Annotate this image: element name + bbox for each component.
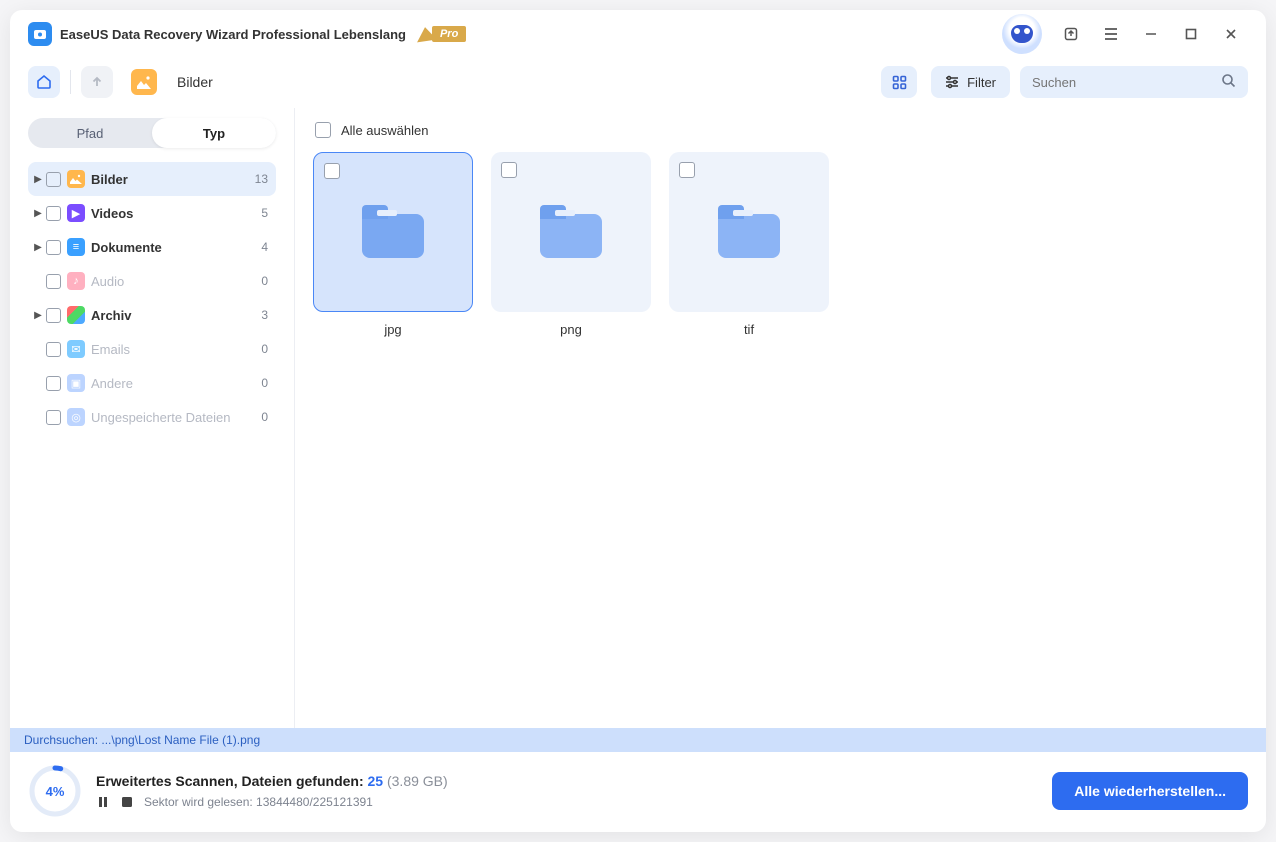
app-title: EaseUS Data Recovery Wizard Professional… [60,27,406,42]
recover-all-button[interactable]: Alle wiederherstellen... [1052,772,1248,810]
checkbox[interactable] [315,122,331,138]
progress-ring: 4% [28,764,82,818]
stop-button[interactable] [120,795,134,809]
pause-button[interactable] [96,795,110,809]
maximize-button[interactable] [1174,17,1208,51]
folder-label: tif [669,322,829,337]
unsaved-icon: ◎ [67,408,85,426]
folder-icon [718,214,780,258]
sidebar-item-emails[interactable]: ✉ Emails 0 [28,332,276,366]
checkbox[interactable] [46,308,61,323]
folder-card-png[interactable]: png [491,152,651,337]
checkbox[interactable] [501,162,517,178]
breadcrumb: Bilder [177,74,213,90]
select-all[interactable]: Alle auswählen [315,122,1248,138]
chevron-right-icon: ▶ [32,310,44,321]
sidebar: Pfad Typ ▶ Bilder 13 ▶ ▶ Videos 5 ▶ ≡ [10,108,295,728]
chevron-right-icon: ▶ [32,242,44,253]
checkbox[interactable] [46,342,61,357]
folder-label: png [491,322,651,337]
account-avatar-button[interactable] [1002,14,1042,54]
folder-icon: ▣ [67,374,85,392]
folder-grid: jpg png tif [313,152,1248,337]
view-grid-button[interactable] [881,66,917,98]
sidebar-item-archiv[interactable]: ▶ Archiv 3 [28,298,276,332]
video-icon: ▶ [67,204,85,222]
archive-icon [67,306,85,324]
home-button[interactable] [28,66,60,98]
titlebar: EaseUS Data Recovery Wizard Professional… [10,10,1266,58]
sidebar-item-ungespeicherte[interactable]: ◎ Ungespeicherte Dateien 0 [28,400,276,434]
chevron-right-icon: ▶ [32,208,44,219]
up-button[interactable] [81,66,113,98]
sidebar-item-andere[interactable]: ▣ Andere 0 [28,366,276,400]
folder-card-tif[interactable]: tif [669,152,829,337]
toolbar: Bilder Filter [10,58,1266,108]
checkbox[interactable] [46,274,61,289]
search-icon [1221,73,1236,91]
checkbox[interactable] [679,162,695,178]
menu-button[interactable] [1094,17,1128,51]
sector-status: Sektor wird gelesen: 13844480/225121391 [144,795,373,809]
sidebar-item-audio[interactable]: ♪ Audio 0 [28,264,276,298]
search-input[interactable] [1020,66,1248,98]
sidebar-item-bilder[interactable]: ▶ Bilder 13 [28,162,276,196]
app-window: EaseUS Data Recovery Wizard Professional… [10,10,1266,832]
folder-card-jpg[interactable]: jpg [313,152,473,337]
chevron-right-icon: ▶ [32,174,44,185]
minimize-button[interactable] [1134,17,1168,51]
select-all-label: Alle auswählen [341,123,428,138]
checkbox[interactable] [324,163,340,179]
folder-icon [362,214,424,258]
share-button[interactable] [1054,17,1088,51]
tab-type[interactable]: Typ [152,118,276,148]
filter-button[interactable]: Filter [931,66,1010,98]
search-field[interactable] [1032,75,1221,90]
document-icon: ≡ [67,238,85,256]
pro-badge: Pro [416,26,466,42]
filter-label: Filter [967,75,996,90]
content-area: Alle auswählen jpg png tif [295,108,1266,728]
image-icon [67,170,85,188]
email-icon: ✉ [67,340,85,358]
status-line: Durchsuchen: ...\png\Lost Name File (1).… [10,728,1266,752]
footer: 4% Erweitertes Scannen, Dateien gefunden… [10,752,1266,832]
folder-label: jpg [313,322,473,337]
scan-summary: Erweitertes Scannen, Dateien gefunden: 2… [96,773,448,789]
breadcrumb-icon [131,69,157,95]
close-button[interactable] [1214,17,1248,51]
folder-icon [540,214,602,258]
robot-icon [1011,25,1033,43]
audio-icon: ♪ [67,272,85,290]
checkbox[interactable] [46,410,61,425]
sidebar-item-videos[interactable]: ▶ ▶ Videos 5 [28,196,276,230]
sidebar-tabs: Pfad Typ [28,118,276,148]
filter-icon [945,75,959,89]
checkbox[interactable] [46,172,61,187]
checkbox[interactable] [46,376,61,391]
sidebar-item-dokumente[interactable]: ▶ ≡ Dokumente 4 [28,230,276,264]
checkbox[interactable] [46,206,61,221]
checkbox[interactable] [46,240,61,255]
tab-path[interactable]: Pfad [28,118,152,148]
app-logo-icon [28,22,52,46]
